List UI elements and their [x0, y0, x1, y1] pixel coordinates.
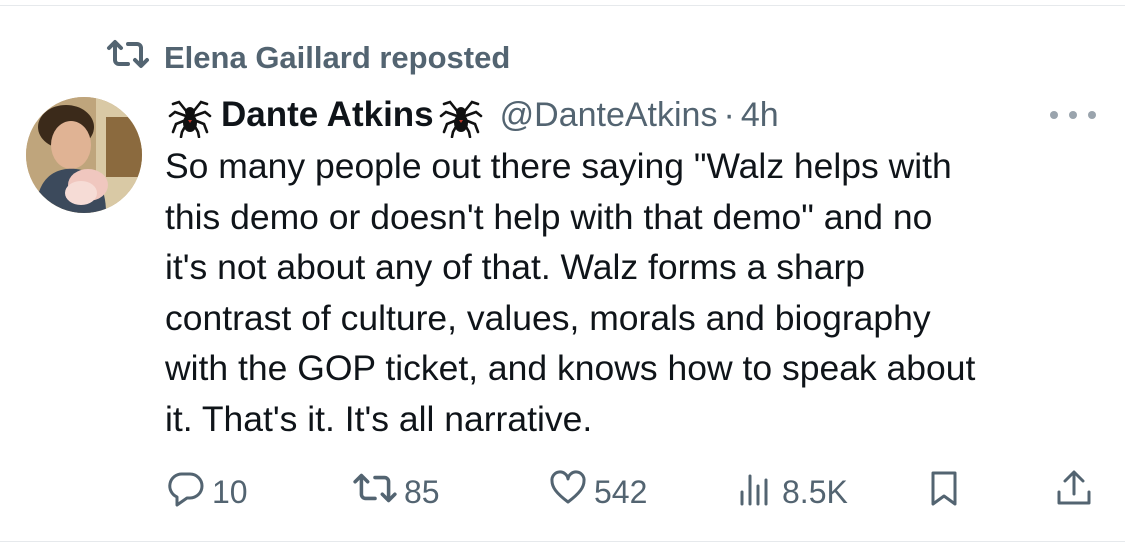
- top-divider: [0, 5, 1125, 6]
- tweet-header: Dante Atkins @DanteAtkins · 4h: [167, 92, 779, 139]
- separator-dot: ·: [723, 95, 735, 134]
- share-button[interactable]: [1054, 470, 1094, 514]
- views-button[interactable]: 8.5K: [736, 470, 848, 514]
- retweet-count: 85: [404, 473, 440, 510]
- more-icon[interactable]: [1050, 102, 1096, 128]
- repost-label: Elena Gaillard reposted: [164, 40, 511, 75]
- bottom-divider: [0, 541, 1125, 542]
- views-count: 8.5K: [782, 473, 848, 510]
- repost-icon: [106, 38, 150, 78]
- spider-emoji-icon: [167, 92, 213, 139]
- retweet-button[interactable]: 85: [352, 470, 440, 514]
- reply-icon: [166, 468, 206, 516]
- reply-count: 10: [212, 473, 248, 510]
- reply-button[interactable]: 10: [166, 470, 248, 514]
- like-icon: [548, 468, 588, 516]
- views-icon: [736, 468, 776, 516]
- action-bar: 10 85 542 8.5K: [0, 470, 1125, 514]
- retweet-icon: [352, 471, 398, 513]
- like-count: 542: [594, 473, 648, 510]
- like-button[interactable]: 542: [548, 470, 647, 514]
- author-handle[interactable]: @DanteAtkins: [500, 96, 718, 135]
- share-icon: [1054, 468, 1094, 516]
- bookmark-icon: [924, 468, 964, 516]
- tweet-text: So many people out there saying "Walz he…: [165, 146, 976, 439]
- repost-context[interactable]: Elena Gaillard reposted: [106, 38, 510, 78]
- author-name[interactable]: Dante Atkins: [221, 95, 434, 135]
- timestamp[interactable]: 4h: [741, 96, 779, 135]
- bookmark-button[interactable]: [924, 470, 964, 514]
- spider-emoji-icon: [438, 92, 484, 139]
- avatar[interactable]: [26, 97, 142, 213]
